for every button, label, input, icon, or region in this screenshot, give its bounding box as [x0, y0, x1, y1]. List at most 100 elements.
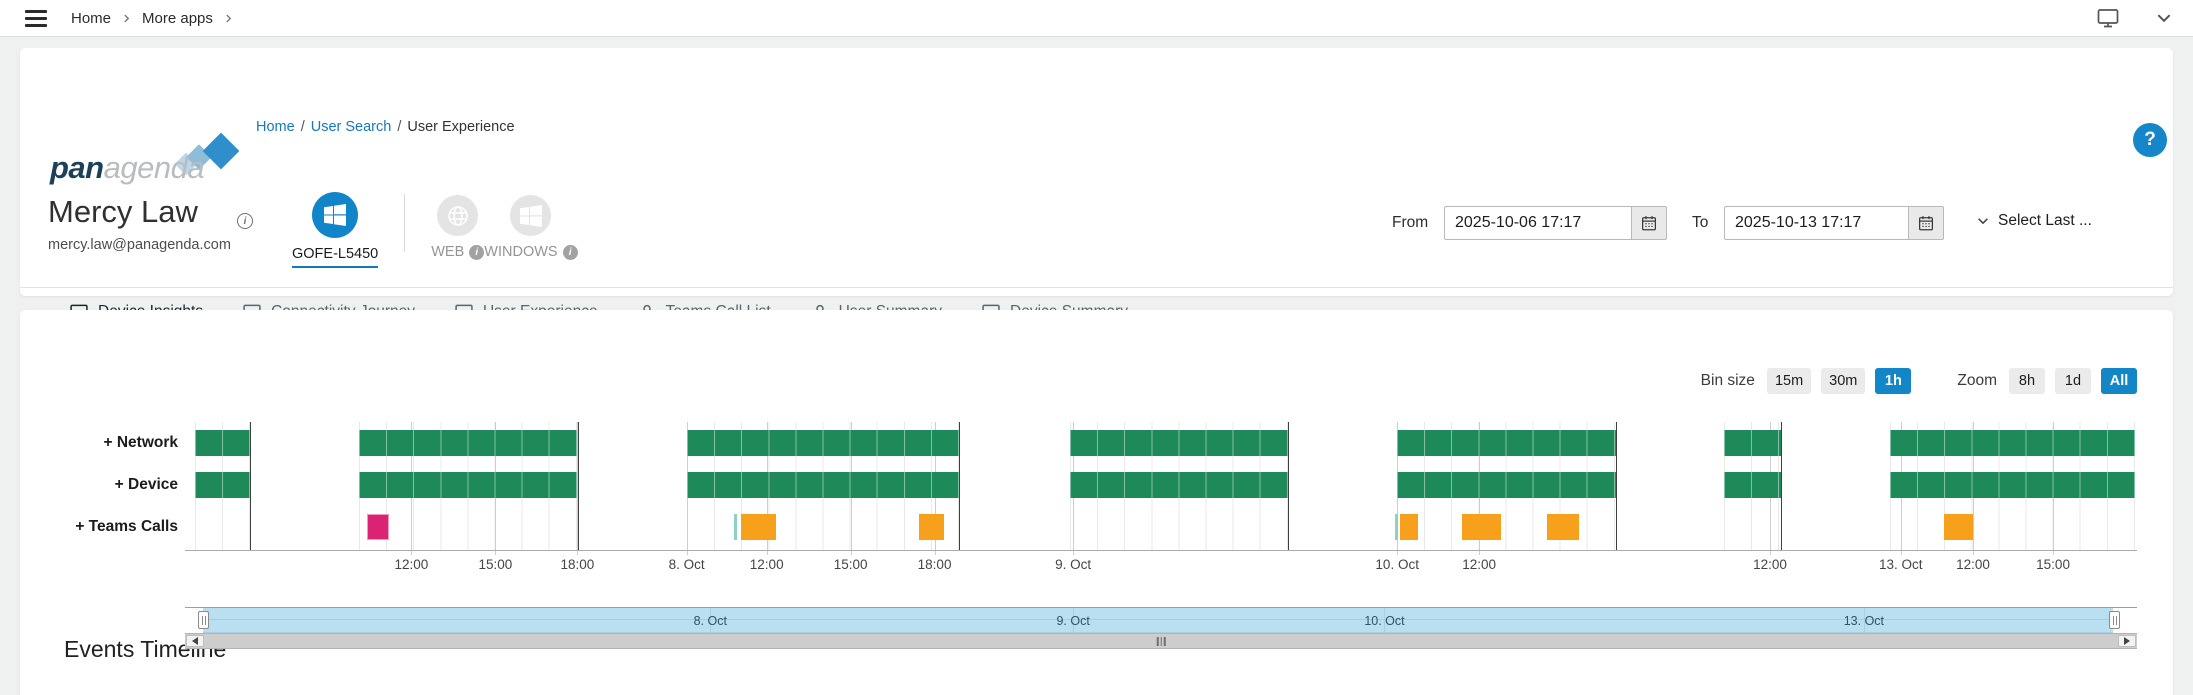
axis-break-line	[1616, 422, 1617, 550]
device-selector: GOFE-L5450WEBiWINDOWSi	[292, 192, 578, 268]
axis-tick-label: 9. Oct	[1055, 557, 1091, 572]
device-item-web[interactable]: WEB i	[431, 192, 484, 260]
device-item-gofe-l5450[interactable]: GOFE-L5450	[292, 192, 378, 268]
page: Home More apps panagenda Home / User Search…	[0, 0, 2193, 695]
bin-button-30m[interactable]: 30m	[1821, 368, 1865, 394]
axis-tick-label: 13. Oct	[1879, 557, 1923, 572]
timeline-bar	[919, 514, 944, 540]
timeline-bar	[1547, 514, 1578, 540]
axis-tick-label: 12:00	[1462, 557, 1496, 572]
zoom-button-8h[interactable]: 8h	[2009, 368, 2045, 394]
axis-break-line	[250, 422, 251, 550]
help-button[interactable]: ?	[2133, 123, 2167, 157]
navigator-date-label: 9. Oct	[1056, 614, 1089, 628]
navigator-left-handle[interactable]	[198, 611, 209, 629]
row-label-network[interactable]: + Network	[20, 434, 178, 452]
hamburger-menu-icon[interactable]	[25, 10, 47, 27]
zoom-button-1d[interactable]: 1d	[2055, 368, 2091, 394]
chevron-right-icon	[223, 13, 234, 24]
timeline-navigator: 8. Oct 9. Oct 10. Oct 13. Oct	[185, 605, 2137, 635]
navigator-right-handle[interactable]	[2109, 611, 2120, 629]
logo-text: panagenda	[50, 150, 204, 186]
selected-device-underline	[292, 266, 378, 268]
chevron-down-icon[interactable]	[2155, 9, 2173, 27]
device-label: GOFE-L5450	[292, 246, 378, 262]
topbar-breadcrumb-item[interactable]: Home	[71, 10, 111, 27]
from-calendar-button[interactable]	[1632, 206, 1667, 240]
device-label-row: GOFE-L5450	[292, 246, 378, 262]
row-label-teamscalls[interactable]: + Teams Calls	[20, 518, 178, 536]
device-label-row: WINDOWS i	[484, 244, 577, 260]
to-label: To	[1692, 214, 1708, 232]
axis-tick-label: 12:00	[750, 557, 784, 572]
axis-tick-label: 18:00	[918, 557, 952, 572]
user-email: mercy.law@panagenda.com	[48, 237, 231, 253]
top-app-bar: Home More apps	[0, 0, 2193, 37]
windows-logo-icon	[510, 195, 551, 236]
scroll-right-button[interactable]	[2118, 635, 2136, 647]
timeline-bar	[687, 472, 959, 498]
bin-button-15m[interactable]: 15m	[1767, 368, 1811, 394]
breadcrumb-separator: /	[301, 119, 305, 135]
chevron-right-icon	[121, 13, 132, 24]
axis-tick-label: 15:00	[478, 557, 512, 572]
navigator-range-band[interactable]: 8. Oct 9. Oct 10. Oct 13. Oct	[203, 608, 2113, 633]
topbar-breadcrumb-item[interactable]: More apps	[142, 10, 213, 27]
timeline-bar	[1724, 472, 1781, 498]
info-badge-icon[interactable]: i	[563, 245, 578, 260]
breadcrumb-item-user-experience: User Experience	[407, 119, 514, 135]
navigator-date-label: 13. Oct	[1844, 614, 1884, 628]
chart-row-labels: + Network + Device + Teams Calls	[20, 422, 178, 550]
navigator-mid-line	[203, 619, 2113, 620]
breadcrumb: Home / User Search / User Experience	[256, 119, 515, 135]
breadcrumb-separator: /	[397, 119, 401, 135]
header-card: panagenda Home / User Search / User Experien…	[20, 48, 2173, 296]
timeline-bar	[195, 430, 250, 456]
from-date-input[interactable]	[1444, 206, 1632, 240]
timeline-bar	[367, 514, 389, 540]
timeline-bar	[1890, 472, 2135, 498]
device-label: WINDOWS	[484, 244, 557, 260]
to-calendar-button[interactable]	[1909, 206, 1944, 240]
calendar-icon	[1917, 214, 1935, 232]
panagenda-logo: panagenda	[50, 142, 250, 186]
bin-button-1h[interactable]: 1h	[1875, 368, 1911, 394]
timeline-bar	[1070, 472, 1288, 498]
device-item-windows[interactable]: WINDOWS i	[484, 192, 577, 260]
breadcrumb-item-home[interactable]: Home	[256, 119, 295, 135]
axis-break-line	[578, 422, 579, 550]
timeline-bar	[1944, 514, 1973, 540]
axis-tick-label: 10. Oct	[1375, 557, 1419, 572]
calendar-icon	[1640, 214, 1658, 232]
axis-break-line	[1781, 422, 1782, 550]
chart-controls: Bin size15m30m1hZoom8h1dAll	[1700, 368, 2137, 394]
globe-icon	[437, 195, 478, 236]
x-axis-labels: 12:0015:0018:008. Oct12:0015:0018:009. O…	[185, 557, 2137, 575]
axis-tick-label: 15:00	[2036, 557, 2070, 572]
info-badge-icon[interactable]: i	[469, 245, 484, 260]
breadcrumb-item-user-search[interactable]: User Search	[311, 119, 392, 135]
navigator-date-label: 8. Oct	[694, 614, 727, 628]
axis-tick-label: 12:00	[1956, 557, 1990, 572]
timeline-bar	[1395, 514, 1398, 540]
timeline-bar	[741, 514, 776, 540]
axis-tick-label: 18:00	[560, 557, 594, 572]
to-date-input[interactable]	[1724, 206, 1909, 240]
timeline-bar	[195, 472, 250, 498]
axis-break-line	[1288, 422, 1289, 550]
axis-tick-label: 12:00	[1753, 557, 1787, 572]
device-label: WEB	[431, 244, 464, 260]
timeline-bar	[359, 430, 578, 456]
navigator-date-label: 10. Oct	[1364, 614, 1404, 628]
horizontal-scrollbar[interactable]	[185, 633, 2137, 649]
select-last-dropdown[interactable]: Select Last ...	[1976, 212, 2092, 230]
timeline-bar	[1397, 430, 1616, 456]
scroll-left-button[interactable]	[186, 635, 204, 647]
info-icon[interactable]: i	[237, 213, 253, 229]
device-label-row: WEB i	[431, 244, 484, 260]
zoom-button-all[interactable]: All	[2101, 368, 2137, 394]
display-icon[interactable]	[2095, 6, 2121, 30]
row-label-device[interactable]: + Device	[20, 476, 178, 494]
scrollbar-grip[interactable]	[1157, 637, 1166, 646]
timeline-bar	[687, 430, 959, 456]
